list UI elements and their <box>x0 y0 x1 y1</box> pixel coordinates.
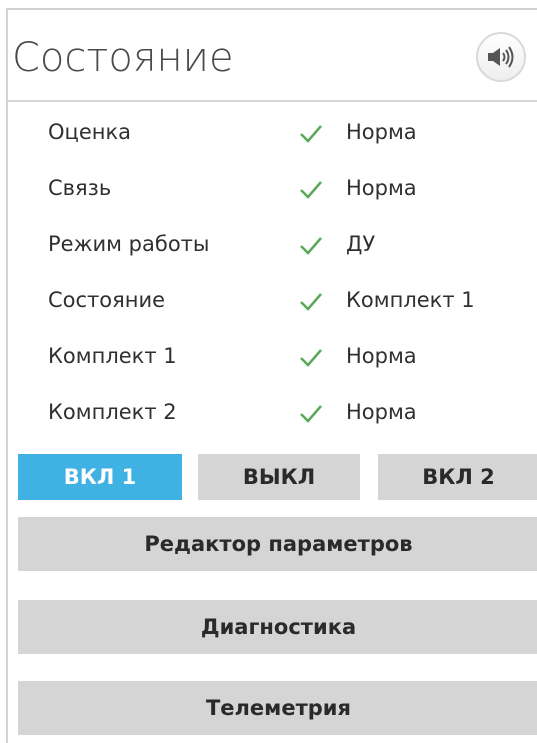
off-button[interactable]: ВЫКЛ <box>198 454 360 500</box>
status-row-operation-mode: Режим работы ДУ <box>8 224 537 264</box>
status-row-set-1: Комплект 1 Норма <box>8 336 537 376</box>
status-label: Связь <box>48 176 112 200</box>
status-row-set-2: Комплект 2 Норма <box>8 392 537 432</box>
status-value: Норма <box>346 120 417 144</box>
params-editor-button[interactable]: Редактор параметров <box>18 517 537 571</box>
on-1-button[interactable]: ВКЛ 1 <box>18 454 182 500</box>
check-icon <box>300 405 322 423</box>
sound-toggle-button[interactable] <box>476 32 526 82</box>
status-row-link: Связь Норма <box>8 168 537 208</box>
status-panel: Состояние Оценка Норма Связь Норма Режим… <box>6 8 537 743</box>
check-icon <box>300 125 322 143</box>
check-icon <box>300 181 322 199</box>
telemetry-button[interactable]: Телеметрия <box>18 681 537 735</box>
diagnostics-button[interactable]: Диагностика <box>18 600 537 654</box>
status-value: Норма <box>346 400 417 424</box>
status-value: ДУ <box>346 232 376 256</box>
check-icon <box>300 293 322 311</box>
status-value: Комплект 1 <box>346 288 475 312</box>
panel-header: Состояние <box>8 10 537 102</box>
on-2-button[interactable]: ВКЛ 2 <box>378 454 537 500</box>
status-label: Оценка <box>48 120 132 144</box>
status-row-state: Состояние Комплект 1 <box>8 280 537 320</box>
check-icon <box>300 237 322 255</box>
check-icon <box>300 349 322 367</box>
speaker-volume-icon <box>488 46 514 68</box>
status-value: Норма <box>346 344 417 368</box>
status-row-assessment: Оценка Норма <box>8 112 537 152</box>
status-value: Норма <box>346 176 417 200</box>
status-label: Режим работы <box>48 232 210 256</box>
status-label: Комплект 1 <box>48 344 177 368</box>
status-label: Комплект 2 <box>48 400 177 424</box>
panel-title: Состояние <box>12 35 234 81</box>
status-label: Состояние <box>48 288 166 312</box>
